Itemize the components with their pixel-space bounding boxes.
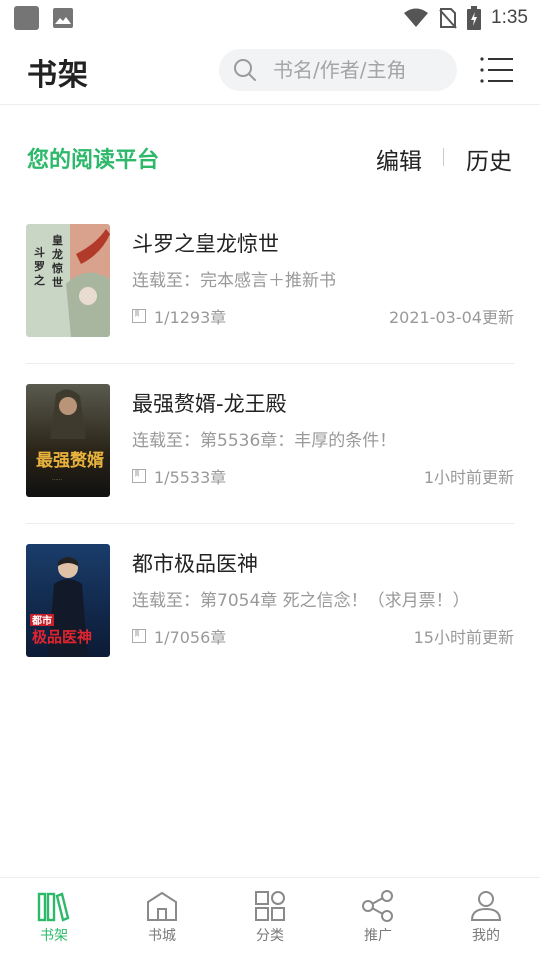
svg-text:世: 世 bbox=[52, 275, 63, 289]
book-title: 最强赘婿-龙王殿 bbox=[132, 392, 287, 416]
book-latest-chapter: 连载至：第5536章：丰厚的条件！ bbox=[132, 431, 397, 451]
bookmark-icon bbox=[132, 309, 146, 323]
book-title: 斗罗之皇龙惊世 bbox=[132, 232, 279, 256]
status-bar: 1:35 bbox=[0, 0, 540, 36]
book-item[interactable]: 都市 极品医神 都市极品医神 连载至：第7054章 死之信念！（求月票！） 1/… bbox=[26, 524, 514, 683]
book-latest-chapter: 连载至：第7054章 死之信念！（求月票！） bbox=[132, 591, 470, 611]
book-progress: 1/5533章 bbox=[132, 464, 226, 488]
tab-label: 书架 bbox=[40, 928, 68, 944]
bookshelf-icon bbox=[37, 892, 70, 922]
tab-bookstore[interactable]: 书城 bbox=[108, 878, 216, 961]
tab-category[interactable]: 分类 bbox=[216, 878, 324, 961]
bookmark-icon bbox=[132, 469, 146, 483]
book-cover[interactable]: 皇 龙 惊 世 斗 罗 之 bbox=[26, 224, 110, 337]
svg-text:皇: 皇 bbox=[52, 233, 63, 247]
bottom-tab-bar: 书架 书城 分类 推广 我的 bbox=[0, 877, 540, 961]
status-time: 1:35 bbox=[491, 7, 528, 28]
page-title: 书架 bbox=[27, 58, 89, 93]
book-progress: 1/1293章 bbox=[132, 304, 226, 328]
svg-text:罗: 罗 bbox=[34, 260, 45, 273]
book-updated: 1小时前更新 bbox=[423, 468, 514, 487]
menu-list-icon[interactable] bbox=[480, 56, 514, 84]
book-list: 皇 龙 惊 世 斗 罗 之 斗罗之皇龙惊世 连载至：完本感言＋推新书 1/129… bbox=[26, 204, 514, 683]
book-latest-chapter: 连载至：完本感言＋推新书 bbox=[132, 271, 336, 291]
history-button[interactable]: 历史 bbox=[466, 142, 512, 176]
svg-text:之: 之 bbox=[34, 273, 45, 287]
svg-text:龙: 龙 bbox=[51, 247, 63, 261]
book-progress-text: 1/5533章 bbox=[154, 468, 227, 487]
svg-text:都市: 都市 bbox=[31, 614, 52, 627]
no-sim-icon bbox=[439, 8, 457, 29]
tab-label: 分类 bbox=[256, 928, 284, 944]
book-title: 都市极品医神 bbox=[132, 552, 258, 576]
profile-icon bbox=[470, 891, 502, 921]
tab-label: 书城 bbox=[148, 928, 176, 944]
book-cover[interactable]: 都市 极品医神 bbox=[26, 544, 110, 657]
bookmark-icon bbox=[132, 629, 146, 643]
search-input[interactable] bbox=[271, 57, 445, 83]
svg-text:极品医神: 极品医神 bbox=[32, 628, 92, 646]
search-bar[interactable] bbox=[219, 49, 457, 91]
book-cover[interactable]: 最强赘婿 …… bbox=[26, 384, 110, 497]
book-updated: 15小时前更新 bbox=[413, 628, 514, 647]
bookstore-icon bbox=[147, 891, 177, 921]
divider bbox=[443, 148, 444, 166]
book-updated: 2021-03-04更新 bbox=[389, 308, 514, 327]
svg-text:……: …… bbox=[52, 476, 62, 482]
book-progress-text: 1/1293章 bbox=[154, 308, 227, 327]
svg-text:斗: 斗 bbox=[34, 246, 45, 259]
search-icon bbox=[234, 59, 256, 81]
tab-promote[interactable]: 推广 bbox=[324, 878, 432, 961]
svg-text:惊: 惊 bbox=[52, 261, 63, 275]
tab-profile[interactable]: 我的 bbox=[432, 878, 540, 961]
tab-label: 我的 bbox=[472, 928, 500, 944]
app-notification-icon bbox=[14, 6, 39, 30]
svg-text:最强赘婿: 最强赘婿 bbox=[36, 450, 104, 471]
wifi-icon bbox=[404, 8, 429, 27]
tab-label: 推广 bbox=[364, 928, 392, 944]
category-icon bbox=[255, 891, 285, 921]
edit-button[interactable]: 编辑 bbox=[376, 142, 422, 176]
book-progress-text: 1/7056章 bbox=[154, 628, 227, 647]
tab-bookshelf[interactable]: 书架 bbox=[0, 878, 108, 961]
app-header: 书架 bbox=[0, 36, 540, 105]
battery-charging-icon bbox=[467, 6, 482, 30]
platform-label: 您的阅读平台 bbox=[27, 148, 160, 173]
book-item[interactable]: 最强赘婿 …… 最强赘婿-龙王殿 连载至：第5536章：丰厚的条件！ 1/553… bbox=[26, 364, 514, 524]
image-notification-icon bbox=[53, 8, 73, 28]
share-icon bbox=[362, 890, 393, 922]
book-item[interactable]: 皇 龙 惊 世 斗 罗 之 斗罗之皇龙惊世 连载至：完本感言＋推新书 1/129… bbox=[26, 204, 514, 364]
book-progress: 1/7056章 bbox=[132, 624, 226, 648]
shelf-subheader: 您的阅读平台 编辑 历史 bbox=[0, 140, 540, 180]
